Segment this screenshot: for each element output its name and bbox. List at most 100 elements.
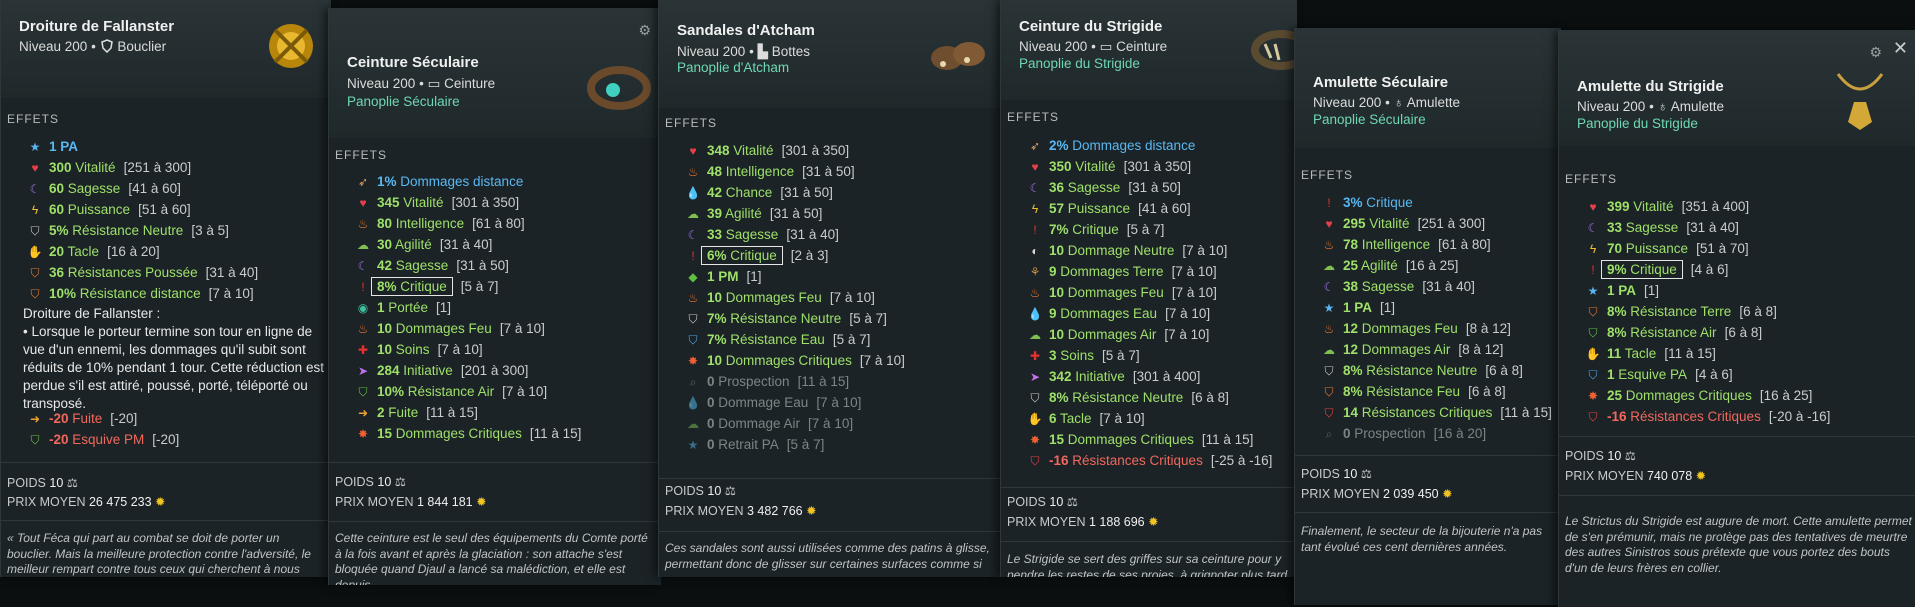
effect-range: [16 à 25]: [1405, 258, 1459, 273]
item-lore: « Tout Féca qui part au combat se doit d…: [7, 531, 311, 576]
effect-value: 10: [377, 321, 393, 336]
effects-list: ★ 1 PA ♥ 300 Vitalité [251 à 300] ☾ 60 Sagesse…: [27, 136, 331, 304]
effect-value: 284: [377, 363, 400, 378]
item-level-type: Niveau 200 • Bouclier: [19, 39, 167, 54]
effect-range: [301 à 350]: [1123, 159, 1192, 174]
effect-value: 42: [377, 258, 393, 273]
effect-row: ★ 0 Retrait PA [5 à 7]: [685, 434, 1003, 455]
effects-list: ♥ 399 Vitalité [351 à 400] ☾ 33 Sagesse [31 à…: [1585, 196, 1915, 427]
effect-row: ! 6% Critique [2 à 3]: [685, 245, 1003, 266]
effect-range: [16 à 20]: [1433, 426, 1487, 441]
effect-range: [201 à 300]: [460, 363, 529, 378]
item-image-belt: [1251, 30, 1297, 70]
bolt-icon: ϟ: [1031, 202, 1039, 216]
effect-value: 10: [707, 353, 723, 368]
burst-icon: ✸: [357, 427, 369, 441]
effect-row: ✸ 15 Dommages Critiques [11 à 15]: [355, 423, 661, 444]
effect-value: 8%: [1607, 304, 1627, 319]
crit-icon: !: [1327, 196, 1331, 210]
fire-icon: ♨: [357, 217, 369, 231]
effect-row: ✋ 6 Tacle [7 à 10]: [1027, 408, 1297, 429]
effect-range: [251 à 300]: [1417, 216, 1486, 231]
effect-range: [11 à 15]: [426, 405, 478, 420]
effect-value: 1: [377, 300, 385, 315]
effect-value: 15: [377, 426, 393, 441]
item-tooltip-ceinture-seculaire: ⚙ Ceinture Séculaire Niveau 200 • ▭ Cein…: [328, 8, 661, 585]
item-set-link[interactable]: Panoplie d'Atcham: [677, 60, 789, 75]
effect-range: [7 à 10]: [1171, 285, 1217, 300]
effect-name: Sagesse: [1064, 180, 1121, 195]
close-icon[interactable]: ✕: [1893, 38, 1908, 59]
effect-range: [51 à 60]: [138, 202, 191, 217]
item-price: PRIX MOYEN 26 475 233 ✹: [7, 495, 166, 509]
effect-value: 1%: [377, 174, 397, 189]
gear-icon[interactable]: ⚙: [1869, 44, 1882, 61]
effect-row: ➤ 342 Initiative [301 à 400]: [1027, 366, 1297, 387]
effect-value: 10: [1049, 327, 1065, 342]
effect-row: ☾ 42 Sagesse [31 à 50]: [355, 255, 661, 276]
effect-value: 57: [1049, 201, 1065, 216]
effect-range: [31 à 40]: [439, 237, 493, 252]
item-set-link[interactable]: Panoplie Séculaire: [1313, 112, 1426, 127]
effect-value: 33: [707, 227, 723, 242]
item-set-link[interactable]: Panoplie du Strigide: [1019, 56, 1140, 71]
special-effect: Droiture de Fallanster : • Lorsque le po…: [23, 305, 331, 413]
effect-row: ϟ 57 Puissance [41 à 60]: [1027, 198, 1297, 219]
effect-name: Dommages Critiques: [1064, 432, 1194, 447]
effect-row: ⛉ -20 Esquive PM [-20]: [27, 429, 331, 450]
effect-name: Vitalité: [399, 195, 444, 210]
effect-name: Critique: [1626, 262, 1677, 277]
effect-value: 10%: [49, 286, 77, 301]
effect-value: 60: [49, 202, 65, 217]
effect-range: [5 à 7]: [1126, 222, 1165, 237]
effect-name: Initiative: [1071, 369, 1125, 384]
item-name: Amulette Séculaire: [1313, 74, 1449, 91]
effect-value: 12: [1343, 321, 1359, 336]
boots-type-icon: ▙: [757, 44, 768, 59]
effect-range: [7 à 10]: [1182, 243, 1228, 258]
effect-name: Critique: [726, 248, 777, 263]
effect-name: Puissance: [64, 202, 131, 217]
effect-name: Résistance Neutre: [68, 223, 184, 238]
effect-range: [4 à 6]: [1690, 262, 1729, 277]
gear-icon[interactable]: ⚙: [638, 22, 651, 39]
effect-name: Vitalité: [1629, 199, 1674, 214]
effect-row: ✸ 25 Dommages Critiques [16 à 25]: [1585, 385, 1915, 406]
special-text: • Lorsque le porteur termine son tour en…: [23, 324, 324, 411]
fire-icon: ♨: [687, 165, 699, 179]
effect-range: [1]: [746, 269, 762, 284]
effect-name: Dommages Critiques: [392, 426, 522, 441]
bow-icon: ➶: [357, 175, 369, 189]
effect-value: 12: [1343, 342, 1359, 357]
effect-row: ! 8% Critique [5 à 7]: [355, 276, 661, 297]
belt-type-icon: ▭: [1099, 39, 1113, 54]
effect-value: 70: [1607, 241, 1623, 256]
item-image-amulet: [1836, 73, 1884, 130]
effect-name: Agilité: [1358, 258, 1398, 273]
effect-row: ➶ 1% Dommages distance: [355, 171, 661, 192]
moon-icon: ☾: [29, 182, 41, 196]
item-price: PRIX MOYEN 3 482 766 ✹: [665, 504, 817, 518]
effect-range: [7 à 10]: [437, 342, 483, 357]
effect-range: [7 à 10]: [1165, 306, 1211, 321]
effect-value: 33: [1607, 220, 1623, 235]
shield-blue-icon: ⛉: [688, 333, 698, 347]
effect-value: 6: [1049, 411, 1057, 426]
crit-shield-icon: ⛉: [1030, 454, 1040, 468]
effect-row: ♨ 10 Dommages Feu [7 à 10]: [1027, 282, 1297, 303]
item-set-link[interactable]: Panoplie du Strigide: [1577, 116, 1698, 131]
effect-value: 15: [1049, 432, 1065, 447]
effect-row: ☁ 12 Dommages Air [8 à 12]: [1321, 339, 1561, 360]
effect-name: Agilité: [722, 206, 762, 221]
item-level-type: Niveau 200 • ♁ Amulette: [1577, 99, 1724, 114]
effect-range: [31 à 40]: [205, 265, 259, 280]
crit-shield-icon: ⛉: [1588, 410, 1598, 424]
effect-range: [31 à 50]: [769, 206, 823, 221]
effect-row: ⛉ 10% Résistance distance [7 à 10]: [27, 283, 331, 304]
neutral-icon: ◐: [1031, 244, 1039, 258]
effect-value: 399: [1607, 199, 1630, 214]
effect-row: ⛉ 7% Résistance Eau [5 à 7]: [685, 329, 1003, 350]
item-set-link[interactable]: Panoplie Séculaire: [347, 94, 460, 109]
effect-range: [3 à 5]: [191, 223, 229, 238]
effect-value: 7%: [707, 332, 727, 347]
